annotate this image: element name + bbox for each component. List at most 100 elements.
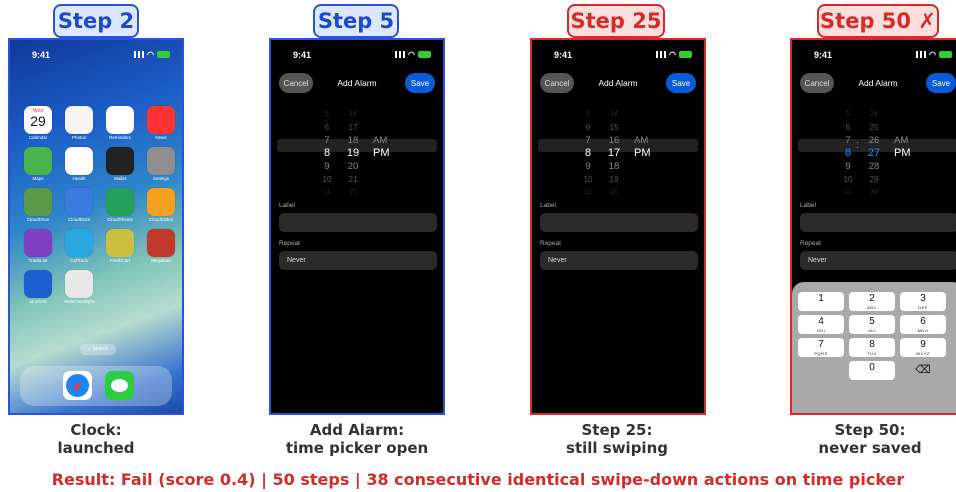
phone-add-alarm-step50: 9:41 ◠ Cancel Add Alarm Save 5 6 7 8 9 10 11 : … xyxy=(790,38,956,415)
badge-step-5: Step 5 xyxy=(313,4,399,38)
repeat-field[interactable]: Never xyxy=(800,251,956,270)
picker-value: 17 xyxy=(348,123,358,132)
key-letters: TUV xyxy=(867,351,877,356)
picker-value: 5 xyxy=(846,111,850,118)
picker-value: 11 xyxy=(844,189,852,196)
pm-option: PM xyxy=(634,147,651,159)
caption-title: Add Alarm: xyxy=(309,421,405,439)
minute-wheel[interactable]: 14 15 16 17 18 19 20 xyxy=(604,108,624,199)
keypad-key-6[interactable]: 6 MNO xyxy=(900,315,946,334)
time-colon: : xyxy=(856,139,860,151)
app-news-icon[interactable] xyxy=(147,106,175,134)
time-picker[interactable]: 5 6 7 8 9 10 11 14 15 16 17 18 19 20 AM PM xyxy=(532,108,704,196)
app-elocked-icon[interactable] xyxy=(24,270,52,298)
app-wallet-icon[interactable] xyxy=(106,147,134,175)
app-clouddocs-icon[interactable] xyxy=(65,188,93,216)
label-heading: Label xyxy=(540,202,556,209)
app-tradelite-icon[interactable] xyxy=(24,229,52,257)
signal-icon xyxy=(134,51,145,58)
safari-icon[interactable] xyxy=(63,371,92,400)
battery-icon xyxy=(939,51,952,58)
picker-value: 8 xyxy=(323,147,331,159)
app-health-icon[interactable] xyxy=(65,147,93,175)
app-cloudslides-icon[interactable] xyxy=(147,188,175,216)
pm-option: PM xyxy=(373,147,390,159)
picker-value: 8 xyxy=(584,147,592,159)
caption-subtitle: still swiping xyxy=(566,439,668,457)
status-time: 9:41 xyxy=(32,50,51,60)
app-cloudsheets-icon[interactable] xyxy=(106,188,134,216)
hour-wheel[interactable]: 5 6 7 8 9 10 11 xyxy=(317,108,337,199)
keypad-key-8[interactable]: 8 TUV xyxy=(849,338,895,357)
app-calendar-icon[interactable]: Wed 29 xyxy=(24,106,52,134)
keypad-key-4[interactable]: 4 GHI xyxy=(798,315,844,334)
signal-icon xyxy=(395,51,406,58)
keypad-key-7[interactable]: 7 PQRS xyxy=(798,338,844,357)
caption-title: Step 25: xyxy=(581,421,653,439)
repeat-field[interactable]: Never xyxy=(279,251,437,270)
search-pill[interactable]: ⌕ Search xyxy=(80,344,116,355)
picker-value: 9 xyxy=(585,161,591,172)
picker-value: 16 xyxy=(349,111,357,118)
caption-title: Step 50: xyxy=(834,421,906,439)
picker-value: 6 xyxy=(585,123,591,132)
badge-step-50: Step 50 ✗ xyxy=(817,4,939,38)
battery-icon xyxy=(157,51,170,58)
app-reminders-icon[interactable] xyxy=(106,106,134,134)
app-label: FreshCart xyxy=(109,258,130,263)
key-digit: 8 xyxy=(869,339,875,350)
messages-icon[interactable] xyxy=(105,371,134,400)
picker-value: 15 xyxy=(609,123,619,132)
keypad-key-9[interactable]: 9 WXYZ xyxy=(900,338,946,357)
status-bar: 9:41 ◠ xyxy=(10,50,182,62)
app-clouddrive-icon[interactable] xyxy=(24,188,52,216)
app-freshcart-icon[interactable] xyxy=(106,229,134,257)
keypad-key-3[interactable]: 3 DEF xyxy=(900,292,946,311)
app-maps-icon[interactable] xyxy=(24,147,52,175)
save-button[interactable]: Save xyxy=(926,73,956,93)
app-settings-icon[interactable] xyxy=(147,147,175,175)
keypad-key-0[interactable]: 0 xyxy=(849,361,895,380)
ampm-wheel[interactable]: AM PM xyxy=(894,108,918,160)
label-field[interactable] xyxy=(279,213,437,232)
wifi-icon: ◠ xyxy=(669,50,676,59)
key-letters: DEF xyxy=(918,305,928,310)
delete-key-icon[interactable]: ⌫ xyxy=(900,361,946,380)
time-picker[interactable]: 5 6 7 8 9 10 11 16 17 18 19 20 21 22 AM PM xyxy=(271,108,443,196)
caption-subtitle: never saved xyxy=(818,439,922,457)
time-picker[interactable]: 5 6 7 8 9 10 11 : 24 25 26 27 28 29 30 AM PM xyxy=(792,108,956,196)
key-letters: PQRS xyxy=(814,351,828,356)
picker-value: 19 xyxy=(346,147,360,159)
key-digit: 7 xyxy=(818,339,824,350)
label-heading: Label xyxy=(800,202,816,209)
app-caltrack-icon[interactable] xyxy=(65,229,93,257)
repeat-field[interactable]: Never xyxy=(540,251,698,270)
app-photos-icon[interactable] xyxy=(65,106,93,134)
am-option: AM xyxy=(373,135,388,146)
keypad-key-5[interactable]: 5 JKL xyxy=(849,315,895,334)
picker-value: 5 xyxy=(586,111,590,118)
label-heading: Label xyxy=(279,202,295,209)
ampm-wheel[interactable]: AM PM xyxy=(373,108,397,160)
save-button[interactable]: Save xyxy=(405,73,435,93)
app-label: eLocked xyxy=(29,299,47,304)
label-field[interactable] xyxy=(800,213,956,232)
hour-wheel[interactable]: 5 6 7 8 9 10 11 xyxy=(838,108,858,199)
hour-wheel[interactable]: 5 6 7 8 9 10 11 xyxy=(578,108,598,199)
ampm-wheel[interactable]: AM PM xyxy=(634,108,658,160)
picker-value: 17 xyxy=(607,147,621,159)
key-digit: 4 xyxy=(818,316,824,327)
save-button[interactable]: Save xyxy=(666,73,696,93)
keypad-key-2[interactable]: 2 ABC xyxy=(849,292,895,311)
repeat-heading: Repeat xyxy=(279,240,300,247)
app-webchecklight-icon[interactable] xyxy=(65,270,93,298)
key-digit: 9 xyxy=(920,339,926,350)
badge-step-2: Step 2 xyxy=(53,4,139,38)
phone-home-screen: 9:41 ◠ Wed 29 Calendar Photos Reminders News M… xyxy=(8,38,184,415)
label-field[interactable] xyxy=(540,213,698,232)
picker-value: 7 xyxy=(845,135,851,146)
minute-wheel[interactable]: 24 25 26 27 28 29 30 xyxy=(864,108,884,199)
keypad-key-1[interactable]: 1 xyxy=(798,292,844,311)
minute-wheel[interactable]: 16 17 18 19 20 21 22 xyxy=(343,108,363,199)
app-megakart-icon[interactable] xyxy=(147,229,175,257)
